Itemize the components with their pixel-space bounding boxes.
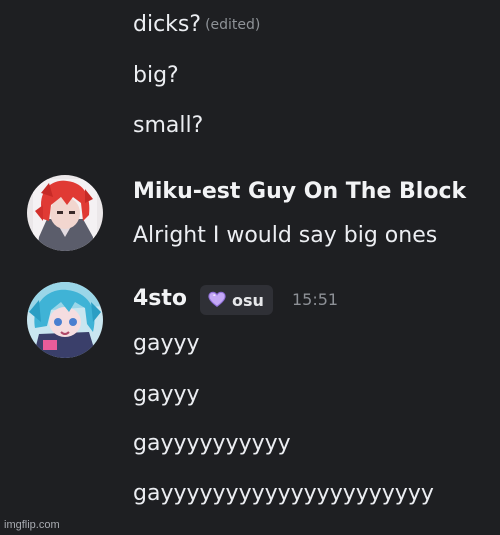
message-line[interactable]: dicks? (edited): [133, 11, 260, 39]
message-line[interactable]: gayyy: [133, 381, 200, 409]
purple-heart-icon: [208, 291, 226, 307]
chat-messages: dicks? (edited) big? small? Miku-est Guy …: [0, 0, 500, 535]
avatar-blue-hair-icon: [27, 282, 103, 358]
watermark: imgflip.com: [4, 519, 60, 531]
message-text: gayyyyyyyyyy: [133, 431, 291, 456]
message-line[interactable]: gayyyyyyyyyyyyyyyyyyyyy: [133, 480, 434, 508]
message-line[interactable]: gayyy: [133, 330, 200, 358]
message-text: dicks?: [133, 12, 202, 37]
message-text: Alright I would say big ones: [133, 223, 438, 248]
edited-indicator: (edited): [205, 17, 261, 33]
user-avatar[interactable]: [27, 282, 103, 358]
user-avatar[interactable]: [27, 175, 103, 251]
message-timestamp[interactable]: 15:51: [292, 289, 338, 311]
message-text: gayyy: [133, 382, 200, 407]
message-text: small?: [133, 113, 204, 138]
message-text: gayyy: [133, 331, 200, 356]
message-line[interactable]: big?: [133, 62, 179, 90]
message-line[interactable]: Alright I would say big ones: [133, 222, 437, 250]
message-text: gayyyyyyyyyyyyyyyyyyyyy: [133, 481, 434, 506]
message-line[interactable]: small?: [133, 112, 203, 140]
message-text: big?: [133, 63, 179, 88]
message-line[interactable]: gayyyyyyyyyy: [133, 430, 291, 458]
avatar-red-hair-icon: [27, 175, 103, 251]
author-name[interactable]: Miku-est Guy On The Block: [133, 178, 466, 206]
badge-label: osu: [232, 290, 264, 310]
author-name[interactable]: 4sto: [133, 285, 187, 313]
role-badge[interactable]: osu: [200, 285, 273, 315]
